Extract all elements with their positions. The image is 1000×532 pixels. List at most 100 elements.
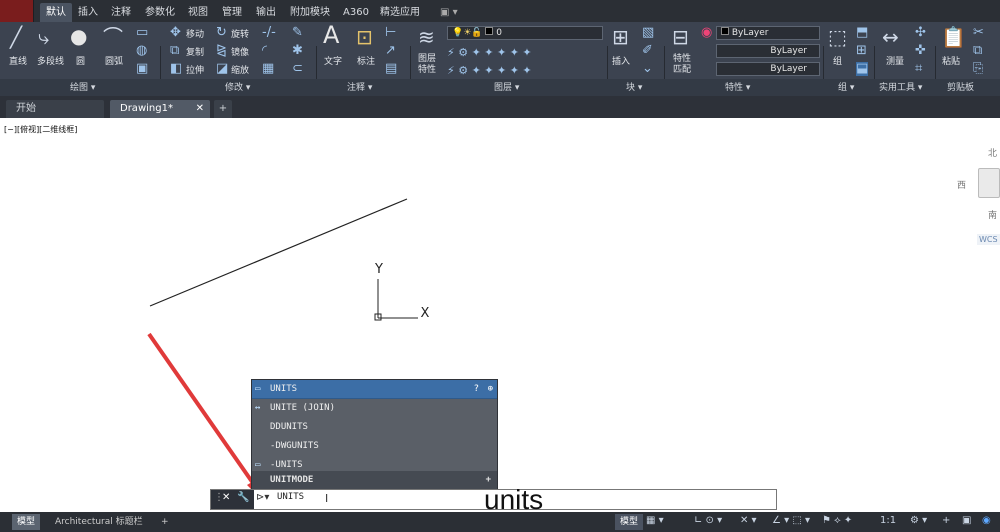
linetype-dropdown[interactable]: ByLayer [716, 44, 820, 58]
tab-model[interactable]: 模型 [12, 514, 41, 530]
panel-properties[interactable]: 特性 ▾ [725, 80, 750, 93]
fillet-icon[interactable]: ◜ [262, 44, 267, 58]
panel-group[interactable]: 组 ▾ [838, 80, 854, 93]
tab-addins[interactable]: 附加模块 [290, 3, 330, 22]
fullscreen-icon[interactable]: ◉ [982, 515, 991, 526]
match-props-icon[interactable]: ⊟ [672, 26, 689, 48]
workspace-icon[interactable]: ⚙ ▾ [910, 515, 927, 526]
osnap-icon[interactable]: ∠ ▾ ⬚ ▾ [772, 515, 810, 526]
layer-props-button[interactable]: 图层 特性 [418, 54, 436, 76]
copy-button[interactable]: 复制 [186, 45, 204, 58]
panel-clipboard[interactable]: 剪贴板 [947, 80, 974, 93]
circle-icon[interactable]: ● [70, 25, 87, 47]
tab-a360[interactable]: A360 [343, 3, 369, 22]
tab-featured[interactable]: 精选应用 [380, 3, 420, 22]
new-tab-button[interactable]: + [214, 100, 232, 118]
layer-tools-row1-icon[interactable]: ⚡ ⚙ ✦ ✦ ✦ ✦ ✦ [447, 46, 532, 60]
panel-block[interactable]: 块 ▾ [626, 80, 642, 93]
tab-options-icon[interactable]: ▣ ▾ [440, 3, 458, 22]
rotate-button[interactable]: 旋转 [231, 27, 249, 40]
stretch-button[interactable]: 拉伸 [186, 63, 204, 76]
text-icon[interactable]: A [323, 23, 339, 47]
tab-view[interactable]: 视图 [188, 3, 208, 22]
insert-block-icon[interactable]: ⊞ [612, 26, 629, 48]
edit-block-icon[interactable]: ✐ [642, 44, 653, 58]
tab-drawing1[interactable]: Drawing1* ✕ [110, 100, 210, 118]
panel-layers[interactable]: 图层 ▾ [494, 80, 519, 93]
copy-clip-icon[interactable]: ⧉ [973, 44, 982, 58]
panel-utilities[interactable]: 实用工具 ▾ [879, 80, 922, 93]
stretch-icon[interactable]: ◧ [170, 62, 182, 76]
ac-category-unitmode[interactable]: UNITMODE + [252, 471, 497, 490]
ortho-icon[interactable]: ∟ ⊙ ▾ [694, 515, 722, 526]
dimension-icon[interactable]: ⊡ [356, 26, 373, 48]
scale-button[interactable]: 缩放 [231, 63, 249, 76]
add-icon[interactable]: + [942, 515, 950, 526]
drawing-canvas[interactable]: [−][俯视][二维线框] Y X 北 西 南 WCS [0, 118, 1000, 513]
measure-icon[interactable]: ↔ [882, 26, 899, 48]
circle-button[interactable]: 圆 [76, 54, 85, 67]
select-all-icon[interactable]: ⌗ [915, 62, 922, 76]
measure-button[interactable]: 测量 [886, 54, 904, 67]
layer-tools-row2-icon[interactable]: ⚡ ⚙ ✦ ✦ ✦ ✦ ✦ [447, 64, 532, 78]
ac-item-dwgunits[interactable]: -DWGUNITS [252, 437, 497, 456]
create-block-icon[interactable]: ▧ [642, 26, 654, 40]
layer-props-icon[interactable]: ≋ [418, 26, 435, 48]
group-icon[interactable]: ⬚ [828, 26, 847, 48]
scale-icon[interactable]: ◪ [216, 62, 228, 76]
move-icon[interactable]: ✥ [170, 26, 181, 40]
viewcube-face[interactable] [978, 168, 1000, 198]
trim-icon[interactable]: -/- [262, 26, 276, 40]
line-button[interactable]: 直线 [9, 54, 27, 67]
ungroup-icon[interactable]: ⬒ [856, 26, 868, 40]
polyline-button[interactable]: 多段线 [37, 54, 64, 67]
block-attr-icon[interactable]: ⌄ [642, 62, 653, 76]
layer-dropdown[interactable]: 💡☀🔓 0 [447, 26, 603, 40]
offset-icon[interactable]: ⊂ [292, 62, 303, 76]
ac-item-ddunits[interactable]: DDUNITS [252, 418, 497, 437]
wcs-button[interactable]: WCS [977, 234, 1000, 245]
globe-icon[interactable]: ⊕ [488, 380, 493, 399]
ac-item-units[interactable]: ▭ UNITS ? ⊕ [252, 380, 497, 399]
color-dropdown[interactable]: ByLayer [716, 26, 820, 40]
tab-manage[interactable]: 管理 [222, 3, 242, 22]
model-space-button[interactable]: 模型 [615, 514, 644, 530]
tab-default[interactable]: 默认 [40, 3, 72, 22]
arc-button[interactable]: 圆弧 [105, 54, 123, 67]
panel-draw[interactable]: 绘图 ▾ [70, 80, 95, 93]
tab-insert[interactable]: 插入 [78, 3, 98, 22]
mirror-button[interactable]: 镜像 [231, 45, 249, 58]
dimension-button[interactable]: 标注 [357, 54, 375, 67]
lineweight-dropdown[interactable]: ByLayer [716, 62, 820, 76]
mirror-icon[interactable]: ⧎ [216, 44, 227, 58]
tab-layout[interactable]: Architectural 标题栏 [50, 514, 148, 530]
tab-output[interactable]: 输出 [256, 3, 276, 22]
wrench-icon[interactable]: 🔧 [237, 492, 249, 503]
linear-dim-icon[interactable]: ⊢ [385, 26, 396, 40]
line-icon[interactable]: ╱ [10, 26, 22, 48]
explode-icon[interactable]: ✱ [292, 44, 303, 58]
id-point-icon[interactable]: ✜ [915, 44, 926, 58]
command-input[interactable]: UNITS [277, 492, 304, 502]
leader-icon[interactable]: ↗ [385, 44, 396, 58]
tab-parametric[interactable]: 参数化 [145, 3, 175, 22]
copy-icon[interactable]: ⧉ [170, 44, 179, 58]
rectangle-icon[interactable]: ▭ [136, 26, 148, 40]
annotation-monitor-icon[interactable]: ⚑ ⟡ ✦ [822, 515, 852, 526]
viewcube[interactable]: 北 西 南 WCS [955, 138, 1000, 368]
match-props-button[interactable]: 特性 匹配 [673, 54, 691, 76]
boundary-icon[interactable]: ▣ [136, 62, 148, 76]
table-icon[interactable]: ▤ [385, 62, 397, 76]
add-layout-button[interactable]: + [156, 514, 174, 530]
group-button[interactable]: 组 [833, 54, 842, 67]
app-logo[interactable] [0, 0, 34, 22]
grid-icon[interactable]: ▦ ▾ [646, 515, 664, 526]
text-button[interactable]: 文字 [324, 54, 342, 67]
arc-icon[interactable]: ⌒ [103, 26, 123, 48]
polyline-icon[interactable]: ⤷ [38, 26, 49, 48]
quick-calc-icon[interactable]: ✣ [915, 26, 926, 40]
ac-item-unite[interactable]: ↔ UNITE (JOIN) [252, 399, 497, 418]
array-icon[interactable]: ▦ [262, 62, 274, 76]
close-cmd-icon[interactable]: ✕ [222, 492, 230, 503]
paste-icon[interactable]: 📋 [941, 26, 966, 48]
